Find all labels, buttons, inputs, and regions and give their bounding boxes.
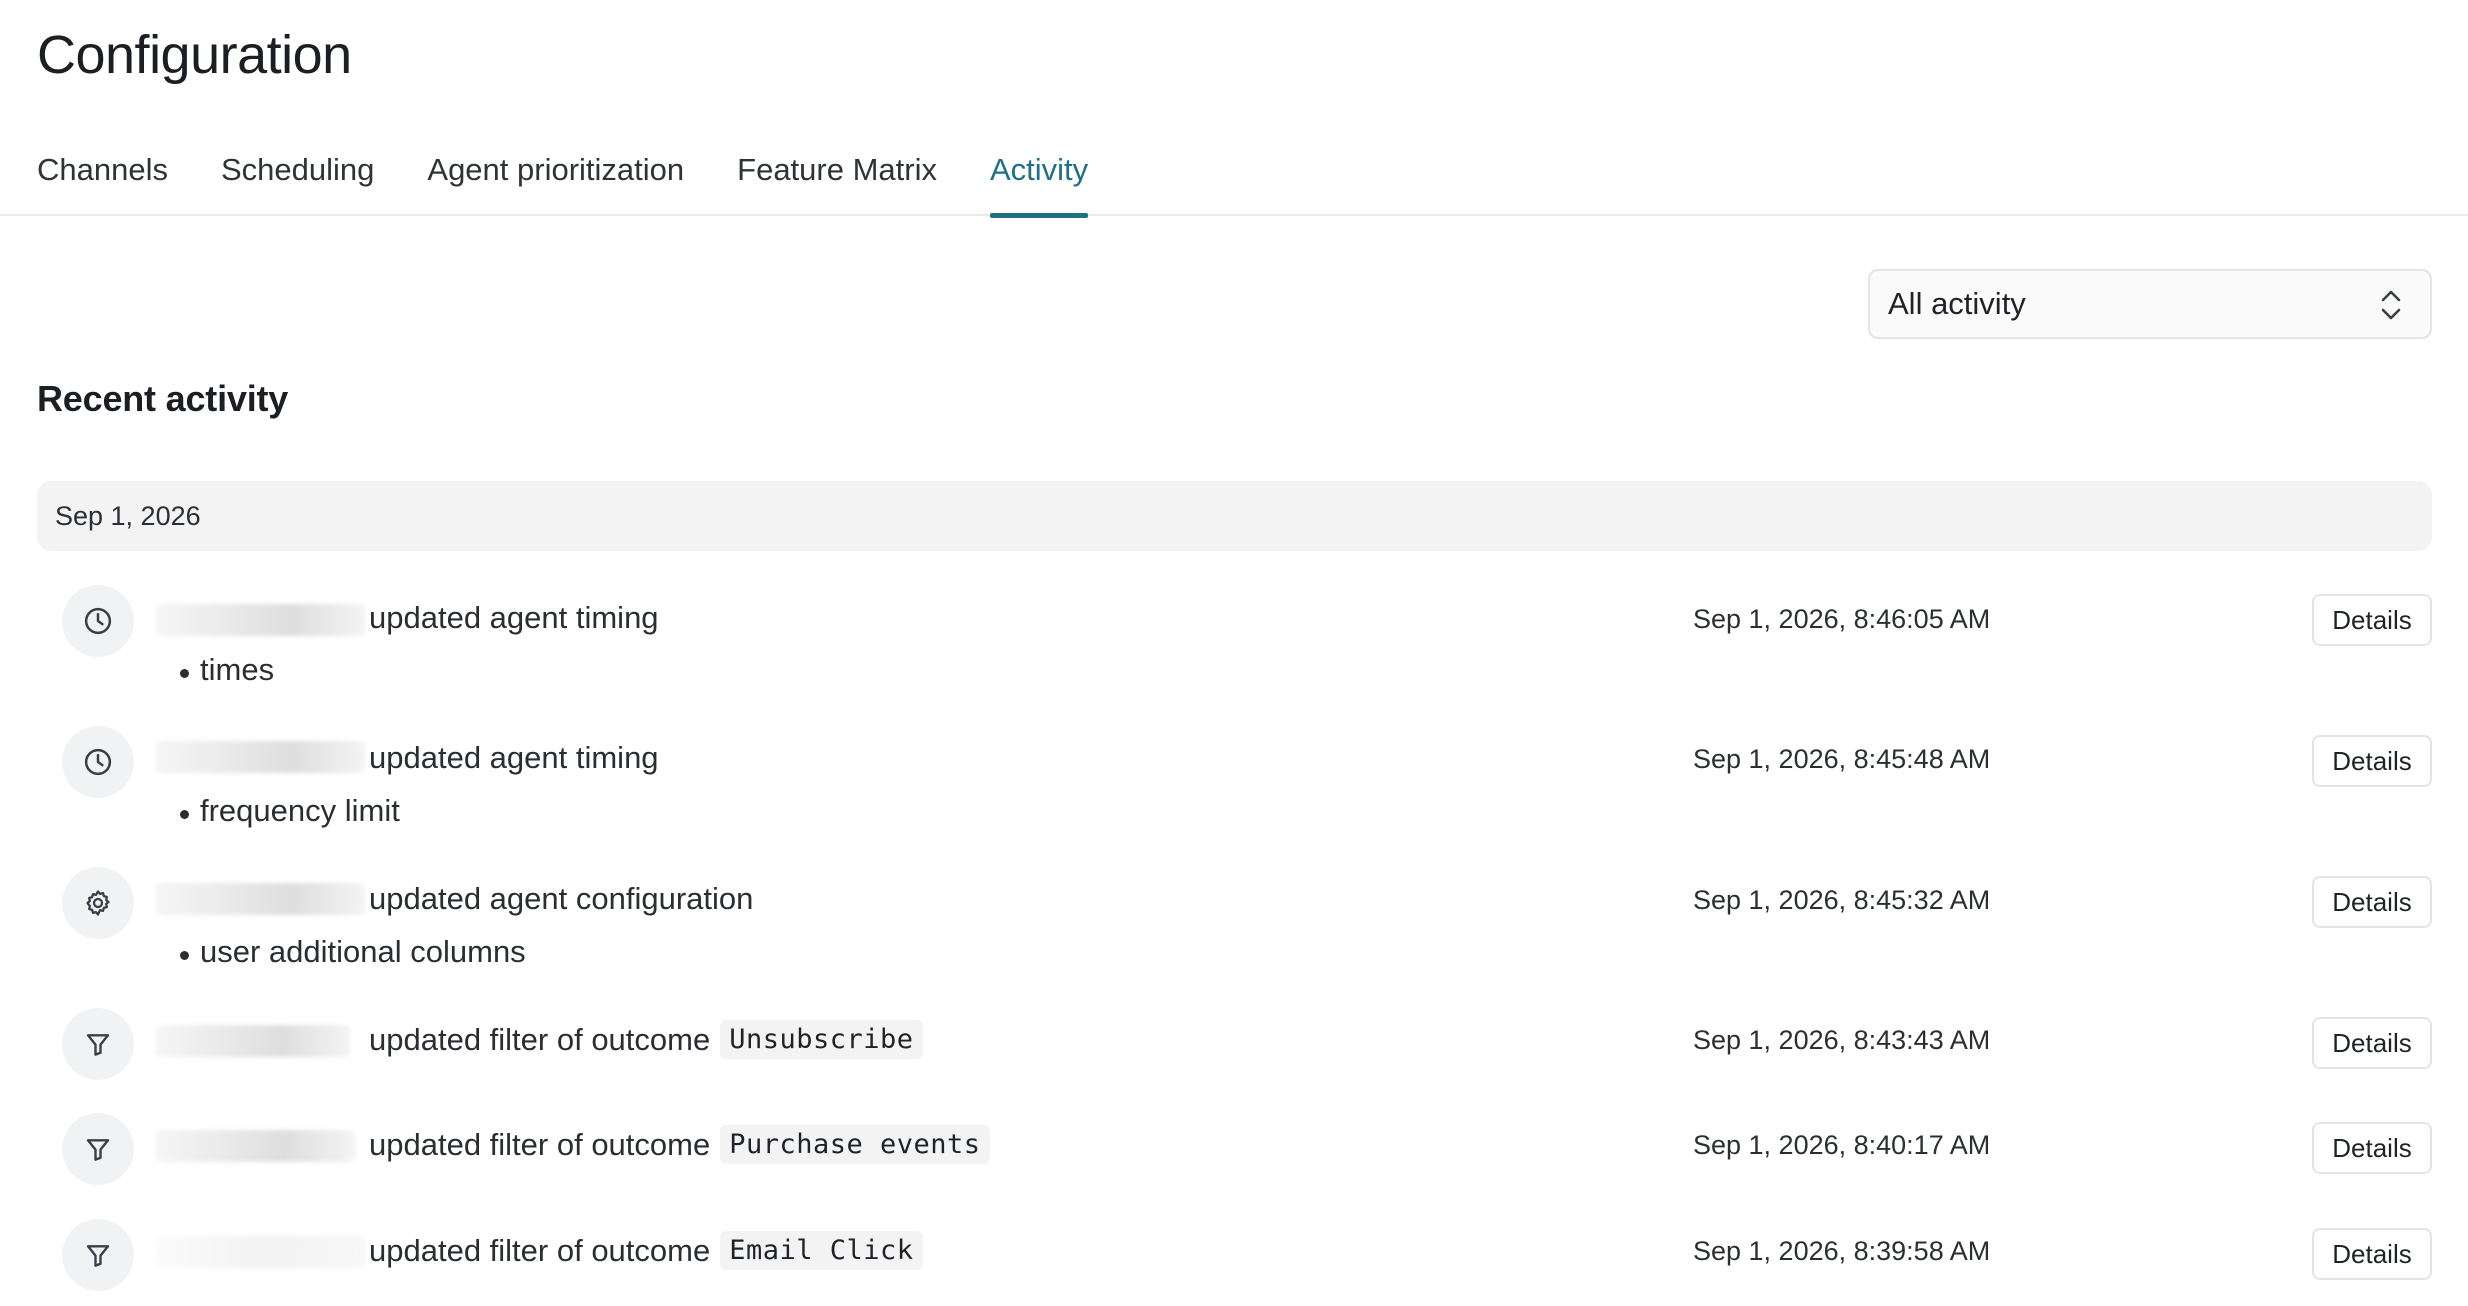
tab-channels[interactable]: Channels xyxy=(37,150,168,216)
redacted-user-name xyxy=(155,1236,365,1268)
tab-feature-matrix[interactable]: Feature Matrix xyxy=(737,150,937,216)
chevron-up-down-icon xyxy=(2381,290,2401,320)
activity-timestamp: Sep 1, 2026, 8:40:17 AM xyxy=(1693,1130,1991,1160)
activity-timestamp: Sep 1, 2026, 8:46:05 AM xyxy=(1693,604,1991,634)
activity-action: updated filter of outcome xyxy=(369,1232,711,1268)
details-button[interactable]: Details xyxy=(2312,1122,2432,1174)
activity-filter-select[interactable]: All activity xyxy=(1868,269,2432,339)
outcome-code-tag: Purchase events xyxy=(720,1125,990,1164)
redacted-user-name xyxy=(155,1130,355,1162)
redacted-user-name xyxy=(155,604,365,636)
outcome-code-tag: Unsubscribe xyxy=(720,1020,923,1059)
activity-filter-value: All activity xyxy=(1888,286,2026,321)
clock-icon xyxy=(62,726,134,798)
filter-icon xyxy=(62,1008,134,1080)
redacted-user-name xyxy=(155,1025,350,1057)
redacted-user-name xyxy=(155,741,365,773)
filter-icon xyxy=(62,1219,134,1291)
activity-description: updated agent timing xyxy=(369,740,659,776)
activity-description: updated agent timing xyxy=(369,600,659,636)
activity-action: updated agent configuration xyxy=(369,881,754,916)
tab-bar: Channels Scheduling Agent prioritization… xyxy=(37,150,1141,218)
activity-description: updated filter of outcome Purchase event… xyxy=(369,1125,990,1164)
outcome-code-tag: Email Click xyxy=(720,1231,923,1270)
date-group-label: Sep 1, 2026 xyxy=(55,500,201,531)
activity-change-item: times xyxy=(179,652,275,687)
details-button[interactable]: Details xyxy=(2312,1228,2432,1280)
activity-description: updated filter of outcome Email Click xyxy=(369,1231,923,1270)
redacted-user-name xyxy=(155,883,365,915)
clock-icon xyxy=(62,585,134,657)
activity-timestamp: Sep 1, 2026, 8:43:43 AM xyxy=(1693,1025,1991,1055)
section-title: Recent activity xyxy=(37,378,289,419)
activity-timestamp: Sep 1, 2026, 8:39:58 AM xyxy=(1693,1236,1991,1266)
activity-change-item: user additional columns xyxy=(180,934,526,969)
activity-timestamp: Sep 1, 2026, 8:45:48 AM xyxy=(1693,744,1991,774)
activity-description: updated filter of outcome Unsubscribe xyxy=(369,1020,923,1059)
activity-action: updated filter of outcome xyxy=(369,1126,711,1162)
details-button[interactable]: Details xyxy=(2312,735,2432,787)
tab-scheduling[interactable]: Scheduling xyxy=(221,150,374,216)
activity-action: updated filter of outcome xyxy=(369,1021,711,1057)
activity-change-item: frequency limit xyxy=(180,793,400,828)
details-button[interactable]: Details xyxy=(2312,876,2432,928)
activity-action: updated agent timing xyxy=(369,740,659,775)
details-button[interactable]: Details xyxy=(2312,594,2432,646)
activity-timestamp: Sep 1, 2026, 8:45:32 AM xyxy=(1693,885,1991,915)
activity-description: updated agent configuration xyxy=(369,881,753,917)
activity-action: updated agent timing xyxy=(369,600,659,635)
tab-activity[interactable]: Activity xyxy=(989,150,1089,218)
page-header: Configuration Channels Scheduling Agent … xyxy=(0,0,2468,218)
page-title: Configuration xyxy=(37,25,352,85)
tab-agent-prioritization[interactable]: Agent prioritization xyxy=(427,150,684,216)
gear-icon xyxy=(62,867,134,939)
filter-icon xyxy=(62,1113,134,1185)
date-group-header: Sep 1, 2026 xyxy=(37,481,2432,551)
details-button[interactable]: Details xyxy=(2312,1017,2432,1069)
